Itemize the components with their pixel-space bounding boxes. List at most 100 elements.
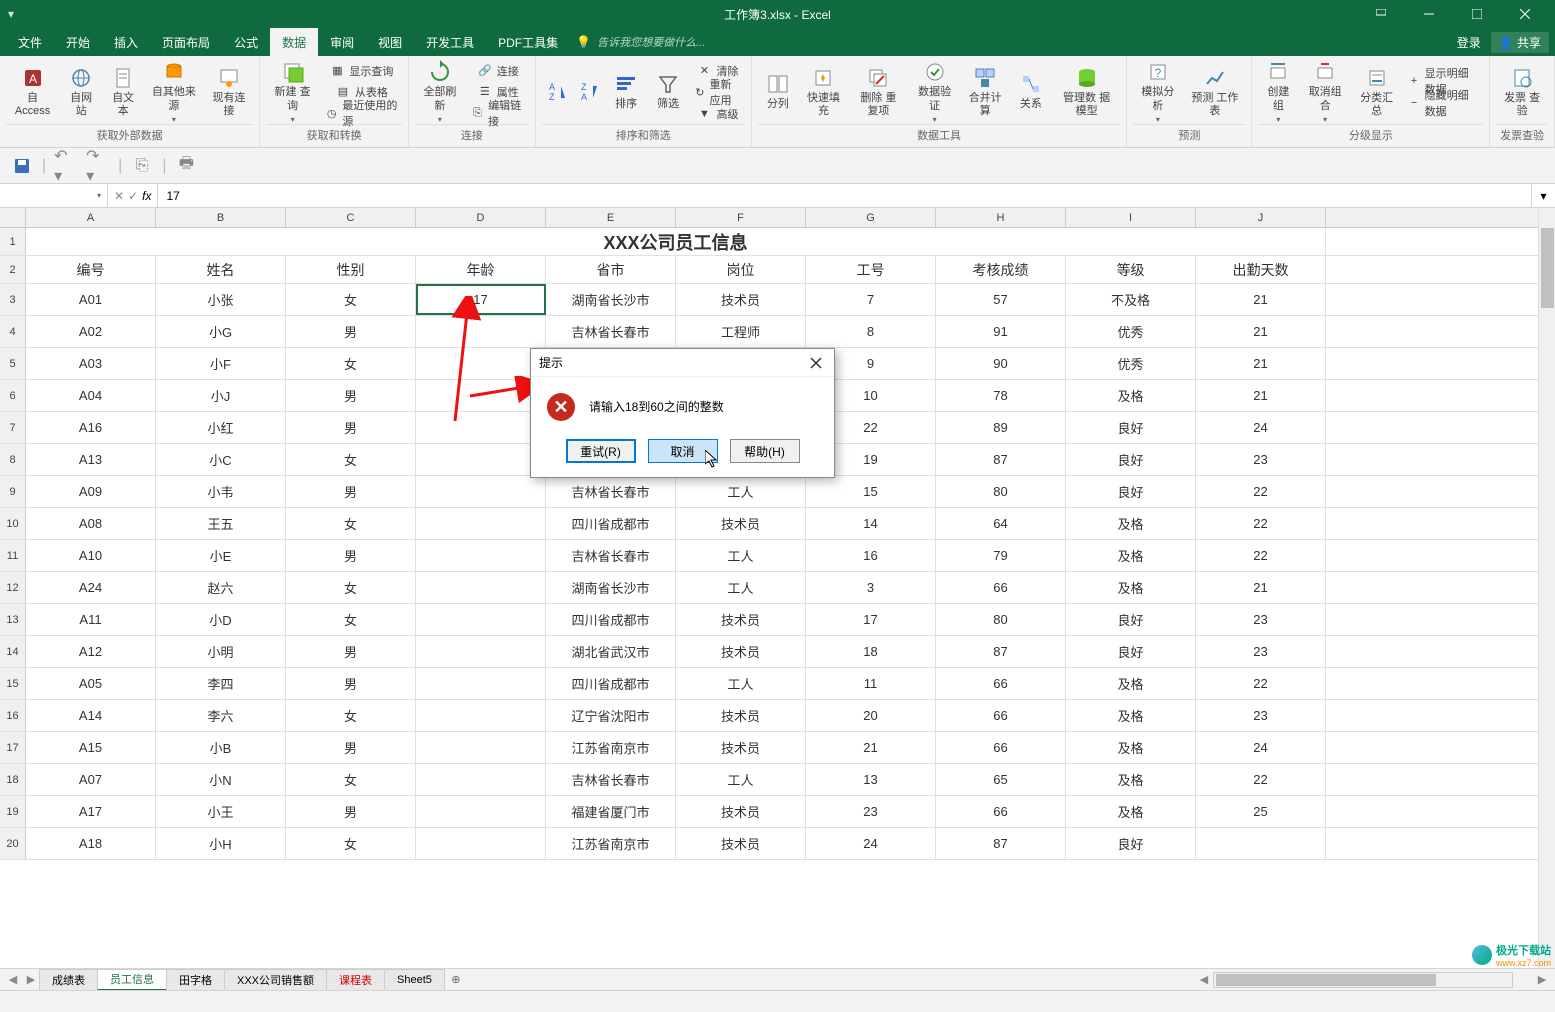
cell[interactable]: 66 [936, 572, 1066, 603]
cell[interactable]: 工人 [676, 476, 806, 507]
cell[interactable]: 男 [286, 668, 416, 699]
cell[interactable]: 小E [156, 540, 286, 571]
cell[interactable]: 技术员 [676, 796, 806, 827]
btn-invoice[interactable]: 发票 查验 [1496, 60, 1548, 124]
cell[interactable] [416, 732, 546, 763]
cell[interactable]: 小J [156, 380, 286, 411]
qat-save[interactable] [10, 154, 34, 178]
btn-data-validation[interactable]: 数据验 证▾ [910, 60, 960, 124]
cell[interactable]: 吉林省长春市 [546, 764, 676, 795]
cell[interactable]: A05 [26, 668, 156, 699]
dialog-close-button[interactable] [806, 353, 826, 373]
cell[interactable]: A01 [26, 284, 156, 315]
tab-dev[interactable]: 开发工具 [414, 28, 486, 56]
cell[interactable]: 66 [936, 796, 1066, 827]
cell[interactable]: 91 [936, 316, 1066, 347]
hscroll-right[interactable]: ▶ [1533, 971, 1551, 989]
cell[interactable] [416, 764, 546, 795]
retry-button[interactable]: 重试(R) [566, 439, 636, 463]
btn-text-to-col[interactable]: 分列 [758, 60, 798, 124]
cell[interactable]: A17 [26, 796, 156, 827]
cell[interactable] [416, 540, 546, 571]
cell[interactable]: 17 [806, 604, 936, 635]
cell[interactable]: 87 [936, 636, 1066, 667]
cell[interactable]: 技术员 [676, 636, 806, 667]
row-header[interactable]: 7 [0, 412, 26, 443]
row-header[interactable]: 9 [0, 476, 26, 507]
cell[interactable]: A24 [26, 572, 156, 603]
cell[interactable]: 李六 [156, 700, 286, 731]
maximize-button[interactable] [1455, 0, 1499, 28]
cell[interactable]: 良好 [1066, 444, 1196, 475]
btn-refresh-all[interactable]: 全部刷新▾ [415, 60, 465, 124]
cell[interactable] [416, 796, 546, 827]
btn-new-query[interactable]: 新建 查询▾ [266, 60, 319, 124]
cell[interactable]: 良好 [1066, 476, 1196, 507]
column-header-B[interactable]: B [156, 208, 286, 227]
cell[interactable]: 16 [806, 540, 936, 571]
btn-from-text[interactable]: 自文本 [103, 60, 143, 124]
row-header[interactable]: 4 [0, 316, 26, 347]
select-all-corner[interactable] [0, 208, 26, 227]
cell[interactable]: 80 [936, 604, 1066, 635]
cell[interactable]: 良好 [1066, 828, 1196, 859]
cell[interactable]: 20 [806, 700, 936, 731]
cell[interactable]: 女 [286, 508, 416, 539]
tab-file[interactable]: 文件 [6, 28, 54, 56]
cell[interactable]: A03 [26, 348, 156, 379]
btn-from-web[interactable]: 自网站 [61, 60, 101, 124]
cell[interactable]: 小F [156, 348, 286, 379]
btn-edit-links[interactable]: ⎘编辑链接 [467, 102, 529, 124]
cell[interactable]: 小红 [156, 412, 286, 443]
btn-relationships[interactable]: 关系 [1011, 60, 1051, 124]
btn-consolidate[interactable]: 合并计算 [962, 60, 1009, 124]
tellme-input[interactable]: 告诉我您想要做什么... [597, 34, 705, 50]
btn-whatif[interactable]: ?模拟分析▾ [1133, 60, 1182, 124]
cell[interactable]: 8 [806, 316, 936, 347]
cell[interactable]: 66 [936, 668, 1066, 699]
cell[interactable]: 14 [806, 508, 936, 539]
header-cell[interactable]: 性别 [286, 256, 416, 283]
cell[interactable]: 技术员 [676, 700, 806, 731]
tab-insert[interactable]: 插入 [102, 28, 150, 56]
minimize-button[interactable] [1407, 0, 1451, 28]
cell[interactable] [416, 508, 546, 539]
cell[interactable]: A15 [26, 732, 156, 763]
btn-forecast[interactable]: 预测 工作表 [1184, 60, 1245, 124]
cell[interactable]: 小B [156, 732, 286, 763]
cell[interactable]: 及格 [1066, 700, 1196, 731]
cell[interactable] [416, 572, 546, 603]
cell[interactable]: 及格 [1066, 668, 1196, 699]
row-header[interactable]: 2 [0, 256, 26, 283]
btn-sort-asc[interactable]: AZ [542, 60, 572, 124]
cell[interactable]: 湖北省武汉市 [546, 636, 676, 667]
column-header-A[interactable]: A [26, 208, 156, 227]
cell[interactable] [416, 700, 546, 731]
cell[interactable]: 11 [806, 668, 936, 699]
row-header[interactable]: 19 [0, 796, 26, 827]
cell[interactable]: A04 [26, 380, 156, 411]
formula-input[interactable]: 17 [158, 184, 1531, 207]
cell[interactable]: 21 [1196, 316, 1326, 347]
cell[interactable]: 小韦 [156, 476, 286, 507]
row-header[interactable]: 1 [0, 228, 26, 255]
btn-from-access[interactable]: A自 Access [6, 60, 59, 124]
cell[interactable]: 男 [286, 476, 416, 507]
cell[interactable]: 89 [936, 412, 1066, 443]
cell[interactable]: 赵六 [156, 572, 286, 603]
cell[interactable]: 小王 [156, 796, 286, 827]
sheet-tab-schedule[interactable]: 课程表 [326, 969, 385, 991]
cell[interactable]: 女 [286, 284, 416, 315]
enter-formula[interactable]: ✓ [128, 189, 138, 203]
cell[interactable]: 87 [936, 444, 1066, 475]
row-header[interactable]: 14 [0, 636, 26, 667]
cell[interactable]: 女 [286, 604, 416, 635]
cell[interactable]: A07 [26, 764, 156, 795]
cell[interactable]: 技术员 [676, 284, 806, 315]
btn-advanced[interactable]: ▼高级 [690, 103, 745, 124]
cell[interactable]: 18 [806, 636, 936, 667]
cell[interactable]: 男 [286, 540, 416, 571]
cell[interactable]: 及格 [1066, 540, 1196, 571]
cell[interactable]: 技术员 [676, 732, 806, 763]
sheet-nav-prev[interactable]: ◀ [4, 971, 22, 989]
